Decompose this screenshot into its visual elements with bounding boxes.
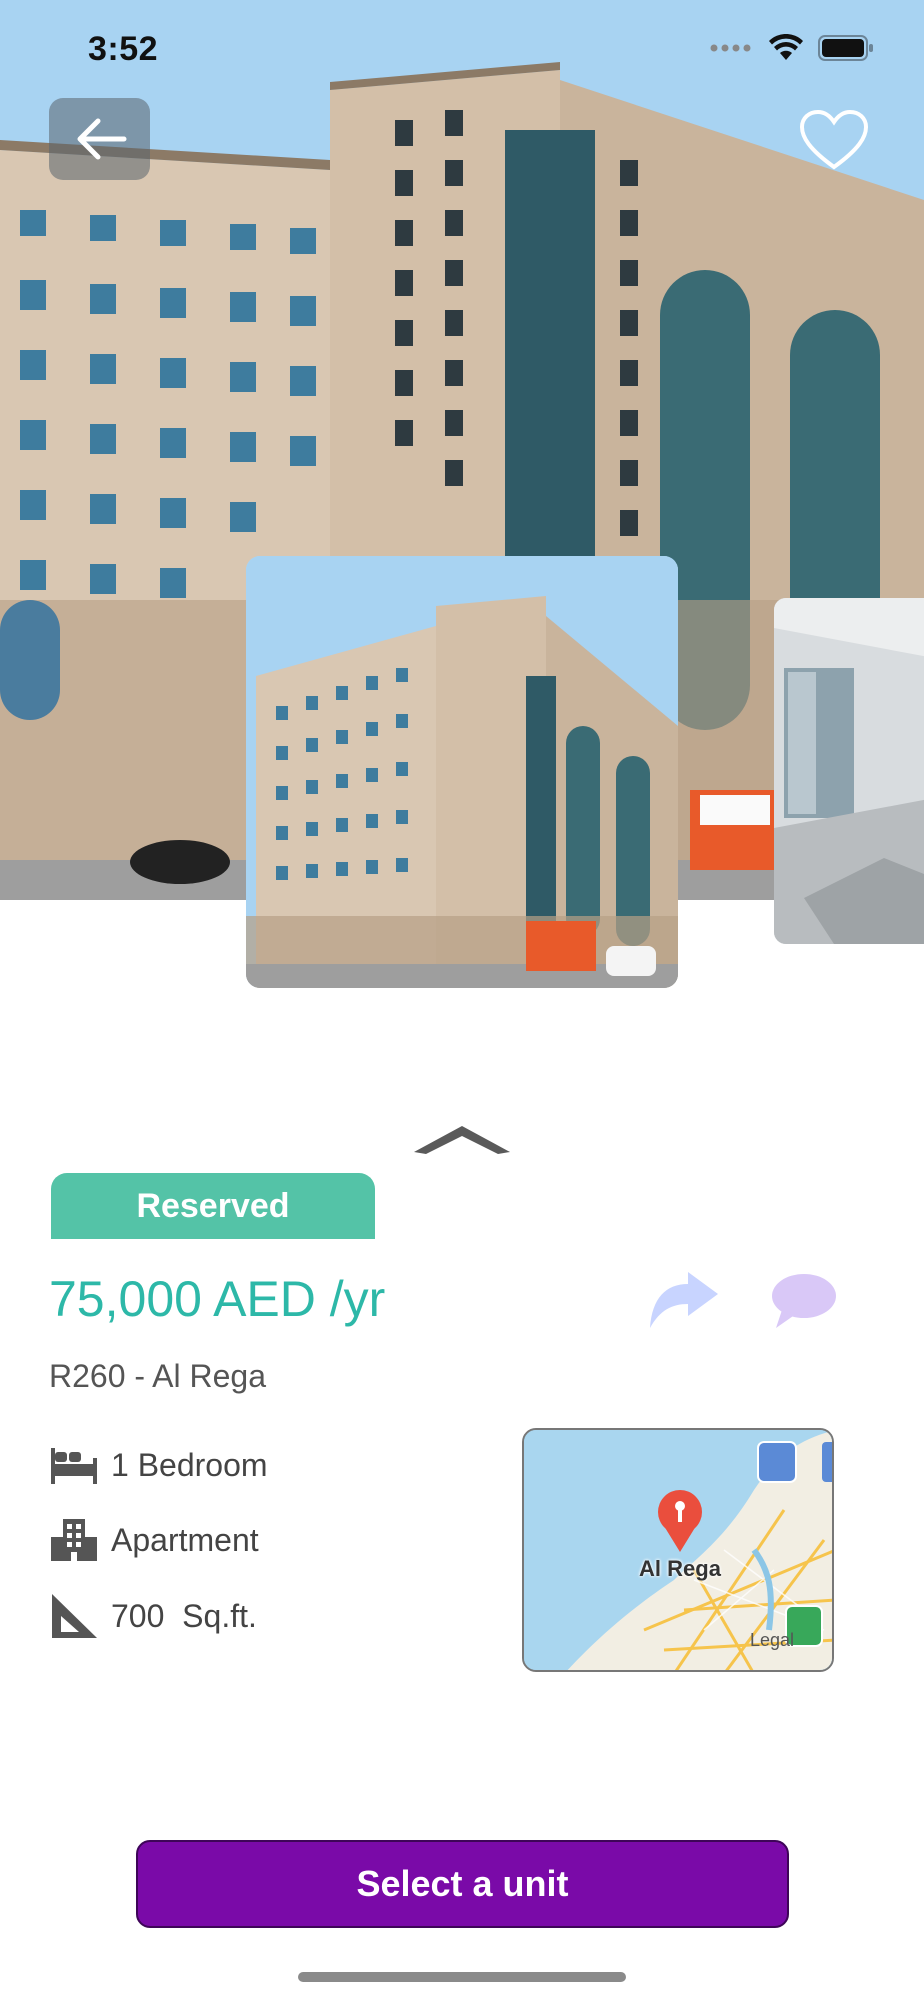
heart-icon (799, 109, 869, 170)
feature-bedrooms: 1 Bedroom (49, 1437, 268, 1493)
battery-icon (818, 35, 873, 61)
feature-area-label: 700 Sq.ft. (111, 1597, 257, 1634)
back-button[interactable] (49, 98, 150, 180)
select-unit-button[interactable]: Select a unit (136, 1840, 789, 1928)
map-legal-link[interactable]: Legal (750, 1630, 794, 1651)
expand-chevron-button[interactable] (412, 1120, 512, 1156)
map-location-label: Al Rega (639, 1556, 721, 1581)
building-icon (49, 1515, 99, 1565)
arrow-left-icon (77, 118, 126, 160)
ruler-triangle-icon (49, 1591, 99, 1641)
building-thumbnail-image (246, 556, 678, 988)
chevron-up-icon (414, 1126, 510, 1154)
listing-reference: R260 - Al Rega (49, 1358, 267, 1394)
photo-thumbnail-2[interactable] (774, 598, 924, 944)
home-indicator (298, 1972, 626, 1982)
listing-price: 75,000 AED /yr (49, 1271, 386, 1327)
signal-icon (710, 44, 751, 52)
share-button[interactable] (648, 1270, 720, 1332)
chat-button[interactable] (766, 1270, 838, 1332)
chat-bubble-icon (772, 1274, 836, 1328)
share-arrow-icon (650, 1272, 718, 1328)
interior-thumbnail-image (774, 598, 924, 944)
wifi-icon (769, 34, 803, 60)
bed-icon (49, 1440, 99, 1490)
status-badge: Reserved (51, 1173, 375, 1239)
status-bar: 3:52 (0, 0, 924, 100)
feature-area: 700 Sq.ft. (49, 1588, 257, 1644)
feature-property-type: Apartment (49, 1512, 259, 1568)
feature-bedrooms-label: 1 Bedroom (111, 1446, 268, 1483)
favorite-button[interactable] (796, 106, 872, 174)
location-map[interactable]: Al Rega Legal (522, 1428, 834, 1672)
status-time: 3:52 (88, 30, 159, 68)
status-icons (710, 34, 874, 62)
feature-property-type-label: Apartment (111, 1521, 259, 1558)
photo-thumbnail-1[interactable] (246, 556, 678, 988)
